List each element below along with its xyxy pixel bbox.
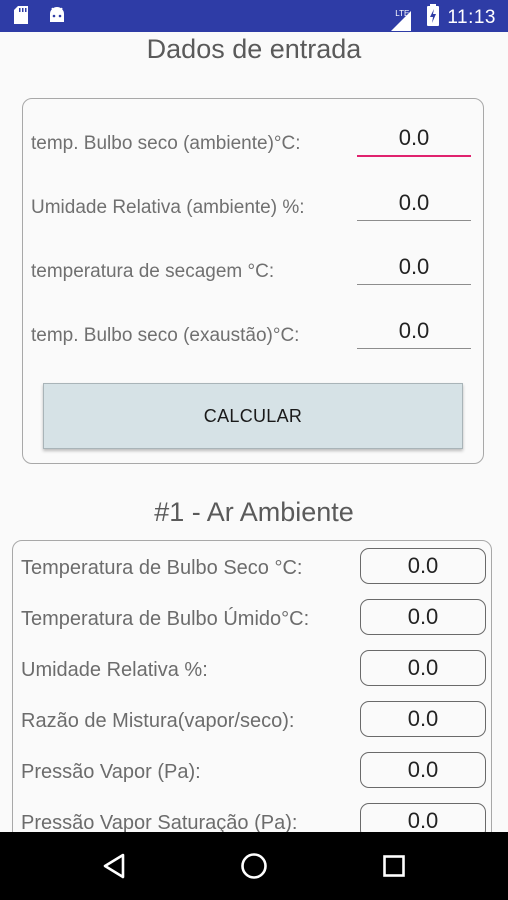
saturation-vapor-pressure-value: 0.0 bbox=[360, 803, 486, 832]
result-label: Pressão Vapor Saturação (Pa): bbox=[21, 812, 298, 832]
results-card: Temperatura de Bulbo Seco °C: 0.0 Temper… bbox=[12, 540, 492, 832]
input-row-dry-bulb-ambient: temp. Bulbo seco (ambiente)°C: bbox=[23, 121, 483, 161]
input-card: temp. Bulbo seco (ambiente)°C: Umidade R… bbox=[22, 98, 484, 464]
result-label: Temperatura de Bulbo Seco °C: bbox=[21, 557, 303, 579]
input-row-dry-bulb-exhaust: temp. Bulbo seco (exaustão)°C: bbox=[23, 313, 483, 353]
navigation-bar bbox=[0, 832, 508, 900]
input-label: temp. Bulbo seco (exaustão)°C: bbox=[31, 325, 300, 346]
input-section-title: Dados de entrada bbox=[146, 34, 362, 64]
results-section-title: #1 - Ar Ambiente bbox=[154, 497, 354, 527]
result-row: Pressão Vapor (Pa): 0.0 bbox=[13, 752, 491, 790]
relative-humidity-input[interactable] bbox=[357, 185, 471, 221]
drying-temperature-input[interactable] bbox=[357, 249, 471, 285]
vapor-pressure-value: 0.0 bbox=[360, 752, 486, 788]
result-row: Pressão Vapor Saturação (Pa): 0.0 bbox=[13, 803, 491, 832]
back-icon[interactable] bbox=[96, 848, 132, 884]
result-label: Razão de Mistura(vapor/seco): bbox=[21, 710, 295, 732]
dry-bulb-exhaust-input[interactable] bbox=[357, 313, 471, 349]
android-icon bbox=[48, 7, 66, 28]
result-label: Umidade Relativa %: bbox=[21, 659, 208, 681]
input-label: Umidade Relativa (ambiente) %: bbox=[31, 197, 305, 218]
result-row: Temperatura de Bulbo Úmido°C: 0.0 bbox=[13, 599, 491, 637]
dry-bulb-ambient-input[interactable] bbox=[357, 121, 471, 157]
sd-card-icon bbox=[14, 6, 28, 29]
input-label: temperatura de secagem °C: bbox=[31, 261, 275, 282]
battery-charging-icon bbox=[427, 4, 440, 31]
recents-icon[interactable] bbox=[376, 848, 412, 884]
dry-bulb-temperature-value: 0.0 bbox=[360, 548, 486, 584]
home-icon[interactable] bbox=[236, 848, 272, 884]
input-row-relative-humidity: Umidade Relativa (ambiente) %: bbox=[23, 185, 483, 225]
result-label: Temperatura de Bulbo Úmido°C: bbox=[21, 608, 310, 630]
calculate-button[interactable]: CALCULAR bbox=[43, 383, 463, 449]
mixing-ratio-value: 0.0 bbox=[360, 701, 486, 737]
signal-icon: LTE bbox=[391, 9, 412, 31]
input-row-drying-temperature: temperatura de secagem °C: bbox=[23, 249, 483, 289]
input-label: temp. Bulbo seco (ambiente)°C: bbox=[31, 133, 301, 154]
result-label: Pressão Vapor (Pa): bbox=[21, 761, 201, 783]
status-bar: LTE 11:13 bbox=[0, 0, 508, 32]
clock: 11:13 bbox=[447, 6, 496, 28]
main-content: Dados de entrada temp. Bulbo seco (ambie… bbox=[0, 32, 508, 832]
wet-bulb-temperature-value: 0.0 bbox=[360, 599, 486, 635]
result-row: Temperatura de Bulbo Seco °C: 0.0 bbox=[13, 548, 491, 586]
result-row: Umidade Relativa %: 0.0 bbox=[13, 650, 491, 688]
relative-humidity-value: 0.0 bbox=[360, 650, 486, 686]
result-row: Razão de Mistura(vapor/seco): 0.0 bbox=[13, 701, 491, 739]
